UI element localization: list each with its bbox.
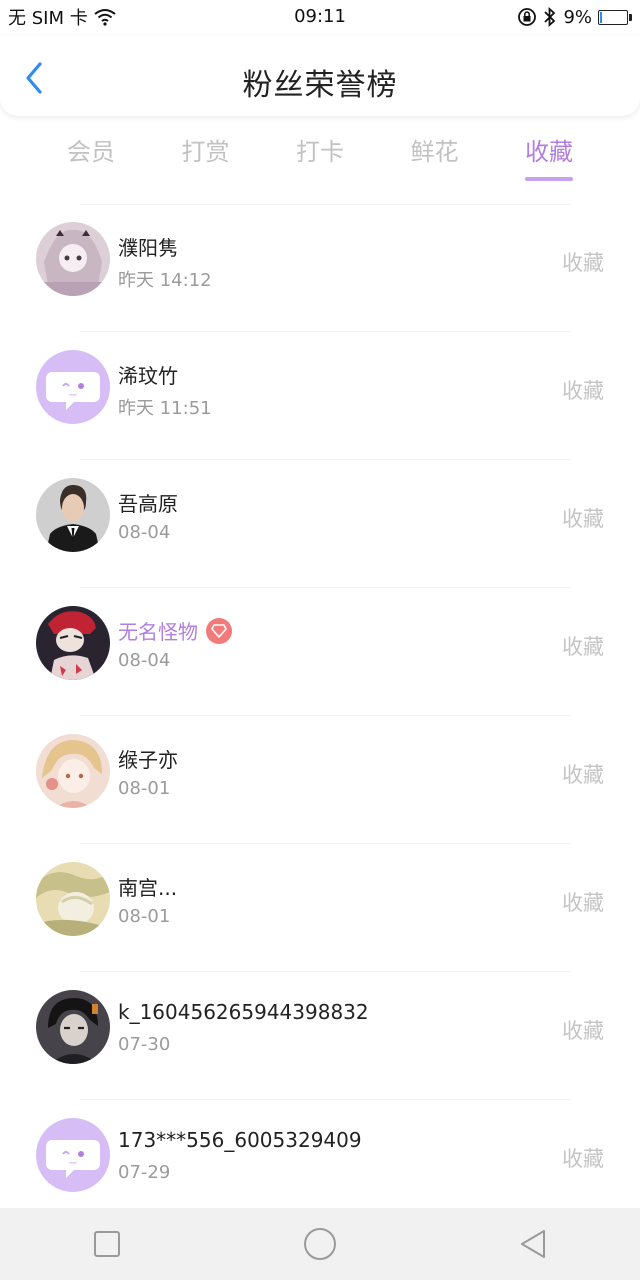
avatar[interactable] — [36, 222, 110, 296]
list-item[interactable]: 无名怪物 08-04 收藏 — [0, 588, 640, 716]
list-item[interactable]: 缑子亦 08-01 收藏 — [0, 716, 640, 844]
active-tab-indicator — [525, 177, 573, 181]
screen: 无 SIM 卡 09:11 9% 粉丝荣誉榜 会员 打赏 打卡 鲜花 收藏 濮阳… — [0, 0, 640, 1280]
tab-rewards[interactable]: 打赏 — [151, 132, 261, 188]
fan-name: 无名怪物 — [118, 616, 232, 645]
fan-name: 南宫... — [118, 876, 178, 900]
page-title: 粉丝荣誉榜 — [242, 68, 398, 103]
action-label: 收藏 — [562, 379, 604, 403]
anime-blonde-avatar — [36, 734, 110, 808]
action-label: 收藏 — [562, 763, 604, 787]
back-icon — [521, 1230, 546, 1258]
home-button[interactable] — [290, 1214, 350, 1274]
carrier-label: 无 SIM 卡 — [8, 8, 88, 29]
fan-time: 08-04 — [118, 522, 171, 543]
action-label: 收藏 — [562, 507, 604, 531]
fan-time: 07-30 — [118, 1034, 171, 1055]
pale-anime-avatar — [36, 862, 110, 936]
recent-apps-button[interactable] — [77, 1214, 137, 1274]
default-chat-avatar — [36, 1118, 110, 1192]
lock-rotation-icon — [518, 8, 537, 26]
fan-time: 08-01 — [118, 778, 171, 799]
avatar[interactable] — [36, 734, 110, 808]
fan-time: 08-04 — [118, 650, 171, 671]
avatar[interactable] — [36, 478, 110, 552]
action-label: 收藏 — [562, 251, 604, 275]
tab-members[interactable]: 会员 — [36, 132, 146, 188]
fan-name: 浠玟竹 — [118, 364, 178, 388]
battery-percent: 9% — [563, 6, 592, 28]
system-nav-bar — [0, 1208, 640, 1280]
battery-icon — [598, 9, 632, 25]
action-label: 收藏 — [562, 1019, 604, 1043]
default-chat-avatar — [36, 350, 110, 424]
fan-time: 昨天 11:51 — [118, 398, 212, 419]
fan-name: 缑子亦 — [118, 748, 178, 772]
man-suit-avatar — [36, 478, 110, 552]
home-icon — [303, 1228, 336, 1260]
battery-level — [600, 11, 602, 23]
avatar[interactable] — [36, 350, 110, 424]
header: 粉丝荣誉榜 — [0, 36, 640, 116]
avatar[interactable] — [36, 862, 110, 936]
list-item[interactable]: 南宫... 08-01 收藏 — [0, 844, 640, 972]
avatar[interactable] — [36, 990, 110, 1064]
wifi-icon — [94, 9, 116, 26]
fan-name: 173***556_6005329409 — [118, 1128, 362, 1152]
fan-list: 濮阳隽 昨天 14:12 收藏 浠玟竹 昨天 11:51 收藏 吾高原 08-0… — [0, 204, 640, 1228]
action-label: 收藏 — [562, 891, 604, 915]
tab-checkin[interactable]: 打卡 — [265, 132, 375, 188]
fan-time: 08-01 — [118, 906, 171, 927]
back-nav-button[interactable] — [503, 1214, 563, 1274]
masked-person-avatar — [36, 606, 110, 680]
avatar[interactable] — [36, 606, 110, 680]
tab-bar: 会员 打赏 打卡 鲜花 收藏 — [36, 132, 604, 188]
list-item[interactable]: 濮阳隽 昨天 14:12 收藏 — [0, 204, 640, 332]
bluetooth-icon — [544, 7, 556, 27]
anime-girl-avatar — [36, 222, 110, 296]
action-label: 收藏 — [562, 1147, 604, 1171]
dark-anime-avatar — [36, 990, 110, 1064]
tab-favorites[interactable]: 收藏 — [494, 132, 604, 188]
recent-apps-icon — [93, 1231, 120, 1257]
vip-badge — [206, 617, 232, 644]
diamond-icon — [211, 623, 227, 638]
fan-name: 吾高原 — [118, 492, 178, 516]
list-item[interactable]: 浠玟竹 昨天 11:51 收藏 — [0, 332, 640, 460]
fan-time: 07-29 — [118, 1162, 171, 1183]
avatar[interactable] — [36, 1118, 110, 1192]
list-item[interactable]: k_160456265944398832 07-30 收藏 — [0, 972, 640, 1100]
tab-flowers[interactable]: 鲜花 — [380, 132, 490, 188]
action-label: 收藏 — [562, 635, 604, 659]
fan-name: k_160456265944398832 — [118, 1000, 369, 1024]
list-item[interactable]: 吾高原 08-04 收藏 — [0, 460, 640, 588]
status-bar: 无 SIM 卡 09:11 9% — [0, 0, 640, 34]
fan-name: 濮阳隽 — [118, 236, 178, 260]
fan-time: 昨天 14:12 — [118, 270, 212, 291]
